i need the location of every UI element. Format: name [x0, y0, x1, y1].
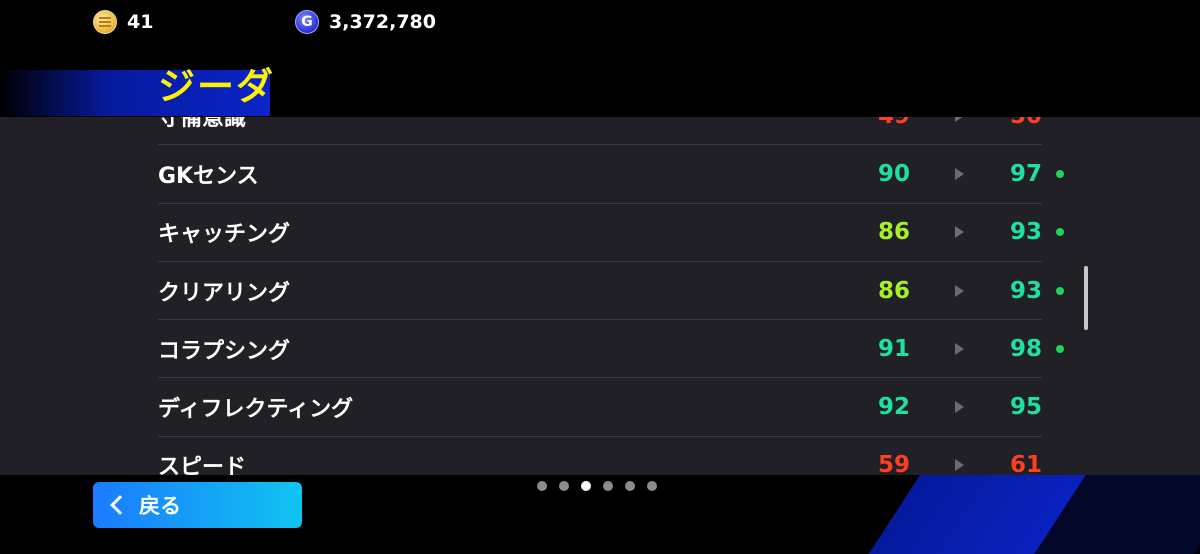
stat-row[interactable]: コラプシング 91 98	[158, 320, 1064, 379]
stat-current-value: 59	[877, 452, 910, 475]
stat-new-value: 97	[1009, 160, 1042, 187]
page-dot[interactable]	[625, 481, 635, 491]
stat-current-value: 90	[877, 160, 910, 187]
stat-new-value: 50	[982, 117, 1042, 129]
page-dot[interactable]	[603, 481, 613, 491]
stat-row[interactable]: キャッチング 86 93	[158, 204, 1064, 262]
increase-dot-icon	[1056, 286, 1064, 295]
top-bar: 41 G 3,372,780 ジーダ	[0, 0, 1200, 117]
stat-row[interactable]: ディフレクティング 92 95	[158, 378, 1042, 437]
stat-current-value: 86	[877, 277, 910, 304]
increase-dot-icon	[1056, 169, 1064, 178]
page-dot[interactable]	[537, 481, 547, 491]
page-indicator	[537, 481, 657, 491]
stat-label: スピード	[158, 455, 247, 475]
increase-dot-icon	[1056, 344, 1064, 353]
back-button[interactable]: 戻る	[93, 482, 302, 528]
gp-coin-icon: G	[295, 10, 319, 34]
stat-label: クリアリング	[158, 280, 291, 306]
stat-label: ディフレクティング	[158, 397, 354, 423]
back-button-label: 戻る	[139, 494, 181, 518]
coin-balance: 41	[93, 10, 153, 34]
arrow-right-icon	[955, 167, 964, 180]
stat-new-value: 93	[1009, 219, 1042, 246]
increase-dot-icon	[1056, 228, 1064, 237]
stats-list: 守備意識 49 50 GKセンス 90 97 キャッチング 86 93 クリアリング 86 93 コラプ…	[158, 117, 1064, 475]
arrow-right-icon	[955, 342, 964, 355]
stat-new-value: 95	[1009, 394, 1042, 421]
arrow-right-icon	[955, 401, 964, 414]
stat-new-value: 93	[1009, 277, 1042, 304]
coin-balance-value: 41	[127, 11, 154, 33]
page-dot[interactable]	[559, 481, 569, 491]
scrollbar[interactable]	[1084, 266, 1088, 330]
stat-current-value: 49	[850, 117, 910, 129]
stat-label: 守備意識	[158, 117, 247, 131]
player-name: ジーダ	[158, 65, 275, 108]
arrow-right-icon	[955, 284, 964, 297]
stats-panel[interactable]: 守備意識 49 50 GKセンス 90 97 キャッチング 86 93 クリアリング 86 93 コラプ…	[0, 117, 1200, 475]
bottom-bar: 戻る	[0, 475, 1200, 554]
stat-row[interactable]: 守備意識 49 50	[158, 117, 1042, 146]
gold-coin-icon	[93, 10, 117, 34]
arrow-right-icon	[955, 117, 964, 122]
stat-current-value: 91	[877, 335, 910, 362]
stat-new-value: 61	[1009, 452, 1042, 475]
stat-label: GKセンス	[158, 163, 259, 189]
stat-row[interactable]: GKセンス 90 97	[158, 145, 1064, 204]
stat-row[interactable]: スピード 59 61	[158, 437, 1042, 475]
stat-current-value: 86	[877, 219, 910, 246]
page-dot[interactable]	[581, 481, 591, 491]
stat-label: コラプシング	[158, 338, 291, 364]
arrow-right-icon	[955, 459, 964, 472]
gp-balance: G 3,372,780	[295, 10, 436, 34]
arrow-right-icon	[955, 226, 964, 239]
page-dot[interactable]	[647, 481, 657, 491]
stat-current-value: 92	[877, 394, 910, 421]
stat-new-value: 98	[1009, 335, 1042, 362]
chevron-left-icon	[110, 495, 130, 515]
stat-label: キャッチング	[158, 222, 291, 248]
gp-balance-value: 3,372,780	[329, 11, 436, 33]
stat-row[interactable]: クリアリング 86 93	[158, 262, 1064, 321]
